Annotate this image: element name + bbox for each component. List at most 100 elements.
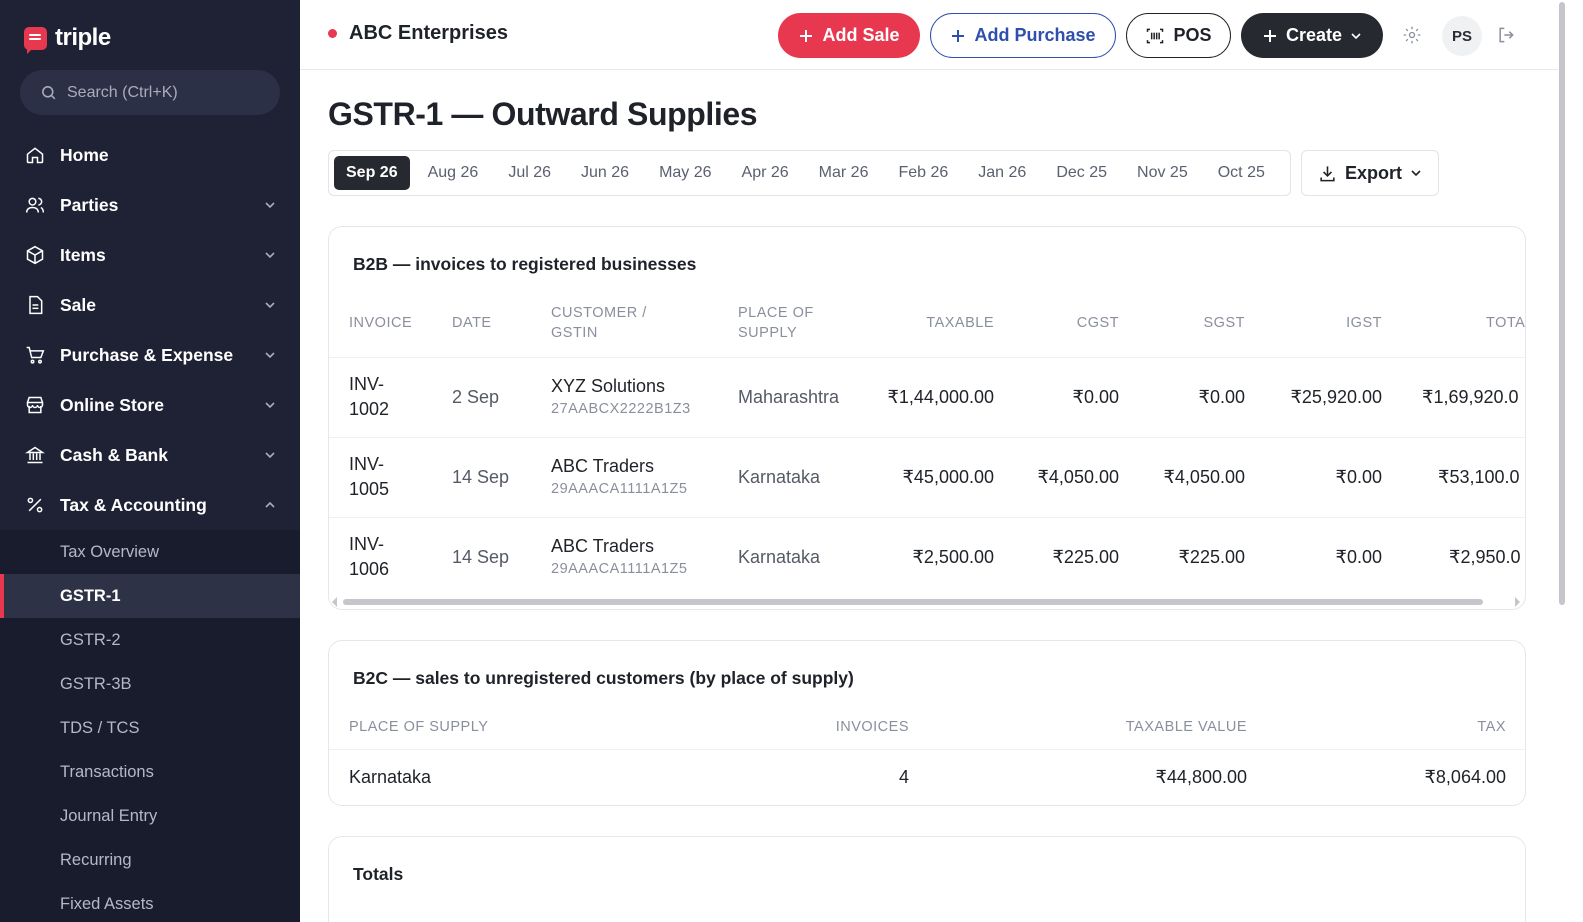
sidebar-nav: Home Parties Items Sale Purchase & Expen… — [0, 130, 300, 922]
sidebar-item-home[interactable]: Home — [0, 130, 300, 180]
export-button[interactable]: Export — [1301, 150, 1439, 196]
sidebar-subitem-tax-overview[interactable]: Tax Overview — [0, 530, 300, 574]
cell-place: Karnataka — [738, 467, 821, 487]
customer-name: ABC Traders — [551, 456, 655, 476]
month-tab-sep-26[interactable]: Sep 26 — [334, 156, 410, 190]
add-purchase-button[interactable]: Add Purchase — [930, 13, 1116, 58]
barcode-scan-icon — [1147, 28, 1164, 43]
create-button[interactable]: Create — [1241, 13, 1383, 58]
cell-total: ₹2,950.0 — [1449, 547, 1521, 567]
col-header-place-of-supply: PLACE OF SUPPLY — [349, 719, 489, 735]
col-header-invoice: INVOICE — [349, 315, 413, 331]
vertical-scrollbar-thumb[interactable] — [1559, 2, 1565, 605]
add-sale-label: Add Sale — [822, 25, 900, 45]
month-tab-jul-26[interactable]: Jul 26 — [496, 156, 563, 190]
pos-button[interactable]: POS — [1126, 13, 1231, 58]
search-placeholder: Search (Ctrl+K) — [67, 83, 178, 101]
invoice-number: 1002 — [349, 399, 390, 419]
logo-mark-icon — [24, 26, 47, 54]
totals-card: Totals — [328, 836, 1526, 922]
sidebar-item-sale[interactable]: Sale — [0, 280, 300, 330]
invoice-number: 1006 — [349, 559, 390, 579]
users-icon — [25, 195, 45, 215]
customer-gstin: 27AABCX2222B1Z3 — [551, 401, 691, 417]
month-tab-aug-26[interactable]: Aug 26 — [416, 156, 491, 190]
invoice-number: 1005 — [349, 479, 390, 499]
sidebar-subitem-fixed-assets[interactable]: Fixed Assets — [0, 882, 300, 922]
chevron-down-icon — [265, 352, 275, 359]
col-header-tax: TAX — [1477, 719, 1506, 735]
month-tab-jan-26[interactable]: Jan 26 — [966, 156, 1038, 190]
month-selector: Sep 26 Aug 26 Jul 26 Jun 26 May 26 Apr 2… — [328, 150, 1291, 196]
sidebar-item-cash-bank[interactable]: Cash & Bank — [0, 430, 300, 480]
invoice-prefix: INV- — [349, 374, 385, 394]
b2c-card: B2C — sales to unregistered customers (b… — [328, 640, 1526, 806]
col-header-cgst: CGST — [1076, 315, 1119, 331]
document-icon — [25, 295, 45, 315]
customer-gstin: 29AAACA1111A1Z5 — [551, 561, 688, 577]
col-header-total: TOTA — [1486, 315, 1526, 331]
sidebar-subitem-transactions[interactable]: Transactions — [0, 750, 300, 794]
month-tab-dec-25[interactable]: Dec 25 — [1044, 156, 1119, 190]
scroll-left-icon[interactable] — [332, 597, 337, 607]
cell-taxable: ₹2,500.00 — [912, 547, 994, 567]
sidebar-subitem-tds-tcs[interactable]: TDS / TCS — [0, 706, 300, 750]
table-row[interactable]: INV- 1005 14 Sep ABC Traders 29AAACA1111A1… — [329, 437, 1525, 517]
brand-logo[interactable]: triple — [24, 24, 111, 54]
table-row[interactable]: INV- 1006 14 Sep ABC Traders 29AAACA1111A1… — [329, 517, 1525, 597]
month-tab-mar-26[interactable]: Mar 26 — [807, 156, 881, 190]
sidebar-item-label: Parties — [60, 194, 119, 215]
sidebar: triple Search (Ctrl+K) Home Parties Item… — [0, 0, 300, 922]
sidebar-item-purchase-expense[interactable]: Purchase & Expense — [0, 330, 300, 380]
month-tab-jun-26[interactable]: Jun 26 — [569, 156, 641, 190]
plus-icon — [1263, 29, 1276, 42]
logout-icon[interactable] — [1496, 25, 1516, 45]
sidebar-item-parties[interactable]: Parties — [0, 180, 300, 230]
cell-sgst: ₹4,050.00 — [1163, 467, 1245, 487]
company-selector[interactable]: ABC Enterprises — [328, 22, 508, 45]
sidebar-item-online-store[interactable]: Online Store — [0, 380, 300, 430]
cell-place: Karnataka — [738, 547, 821, 567]
chevron-down-icon — [265, 452, 275, 459]
col-header-customer-line1: CUSTOMER / — [551, 305, 647, 321]
search-input[interactable]: Search (Ctrl+K) — [20, 70, 280, 115]
cell-customer: ABC Traders 29AAACA1111A1Z5 — [551, 454, 687, 499]
table-row[interactable]: Karnataka 4 ₹44,800.00 ₹8,064.00 — [329, 749, 1525, 805]
table-row[interactable]: INV- 1002 2 Sep XYZ Solutions 27AABCX2222B… — [329, 357, 1525, 437]
invoice-prefix: INV- — [349, 534, 385, 554]
chevron-down-icon — [265, 302, 275, 309]
sidebar-subitem-gstr3b[interactable]: GSTR-3B — [0, 662, 300, 706]
sidebar-item-tax-accounting[interactable]: Tax & Accounting — [0, 480, 300, 530]
cart-icon — [25, 345, 45, 365]
sidebar-item-items[interactable]: Items — [0, 230, 300, 280]
sidebar-subitem-gstr1[interactable]: GSTR-1 — [0, 574, 300, 618]
cell-igst: ₹25,920.00 — [1290, 387, 1382, 407]
sidebar-item-label: Cash & Bank — [60, 444, 168, 465]
month-tab-feb-26[interactable]: Feb 26 — [886, 156, 960, 190]
month-tab-nov-25[interactable]: Nov 25 — [1125, 156, 1200, 190]
add-purchase-label: Add Purchase — [974, 25, 1096, 45]
scroll-right-icon[interactable] — [1515, 597, 1520, 607]
cell-place: Maharashtra — [738, 387, 840, 407]
home-icon — [25, 145, 45, 165]
month-tab-oct-25[interactable]: Oct 25 — [1206, 156, 1277, 190]
avatar[interactable]: PS — [1442, 16, 1482, 56]
chevron-up-icon — [265, 501, 275, 508]
chevron-down-icon — [265, 402, 275, 409]
col-header-taxable: TAXABLE — [926, 315, 994, 331]
add-sale-button[interactable]: Add Sale — [778, 13, 920, 58]
cell-invoices: 4 — [898, 767, 909, 787]
main-content: GSTR-1 — Outward Supplies Sep 26 Aug 26 … — [300, 70, 1558, 922]
col-header-taxable-value: TAXABLE VALUE — [1125, 719, 1247, 735]
month-tab-apr-26[interactable]: Apr 26 — [730, 156, 801, 190]
month-tab-may-26[interactable]: May 26 — [647, 156, 723, 190]
sidebar-subitem-recurring[interactable]: Recurring — [0, 838, 300, 882]
horizontal-scrollbar[interactable] — [343, 599, 1483, 605]
gear-icon[interactable] — [1402, 25, 1422, 45]
col-header-invoices: INVOICES — [835, 719, 909, 735]
customer-gstin: 29AAACA1111A1Z5 — [551, 481, 688, 497]
sidebar-item-label: Items — [60, 244, 106, 265]
sidebar-subitem-journal-entry[interactable]: Journal Entry — [0, 794, 300, 838]
sidebar-subitem-gstr2[interactable]: GSTR-2 — [0, 618, 300, 662]
top-header: ABC Enterprises Add Sale Add Purchase PO… — [300, 0, 1558, 70]
